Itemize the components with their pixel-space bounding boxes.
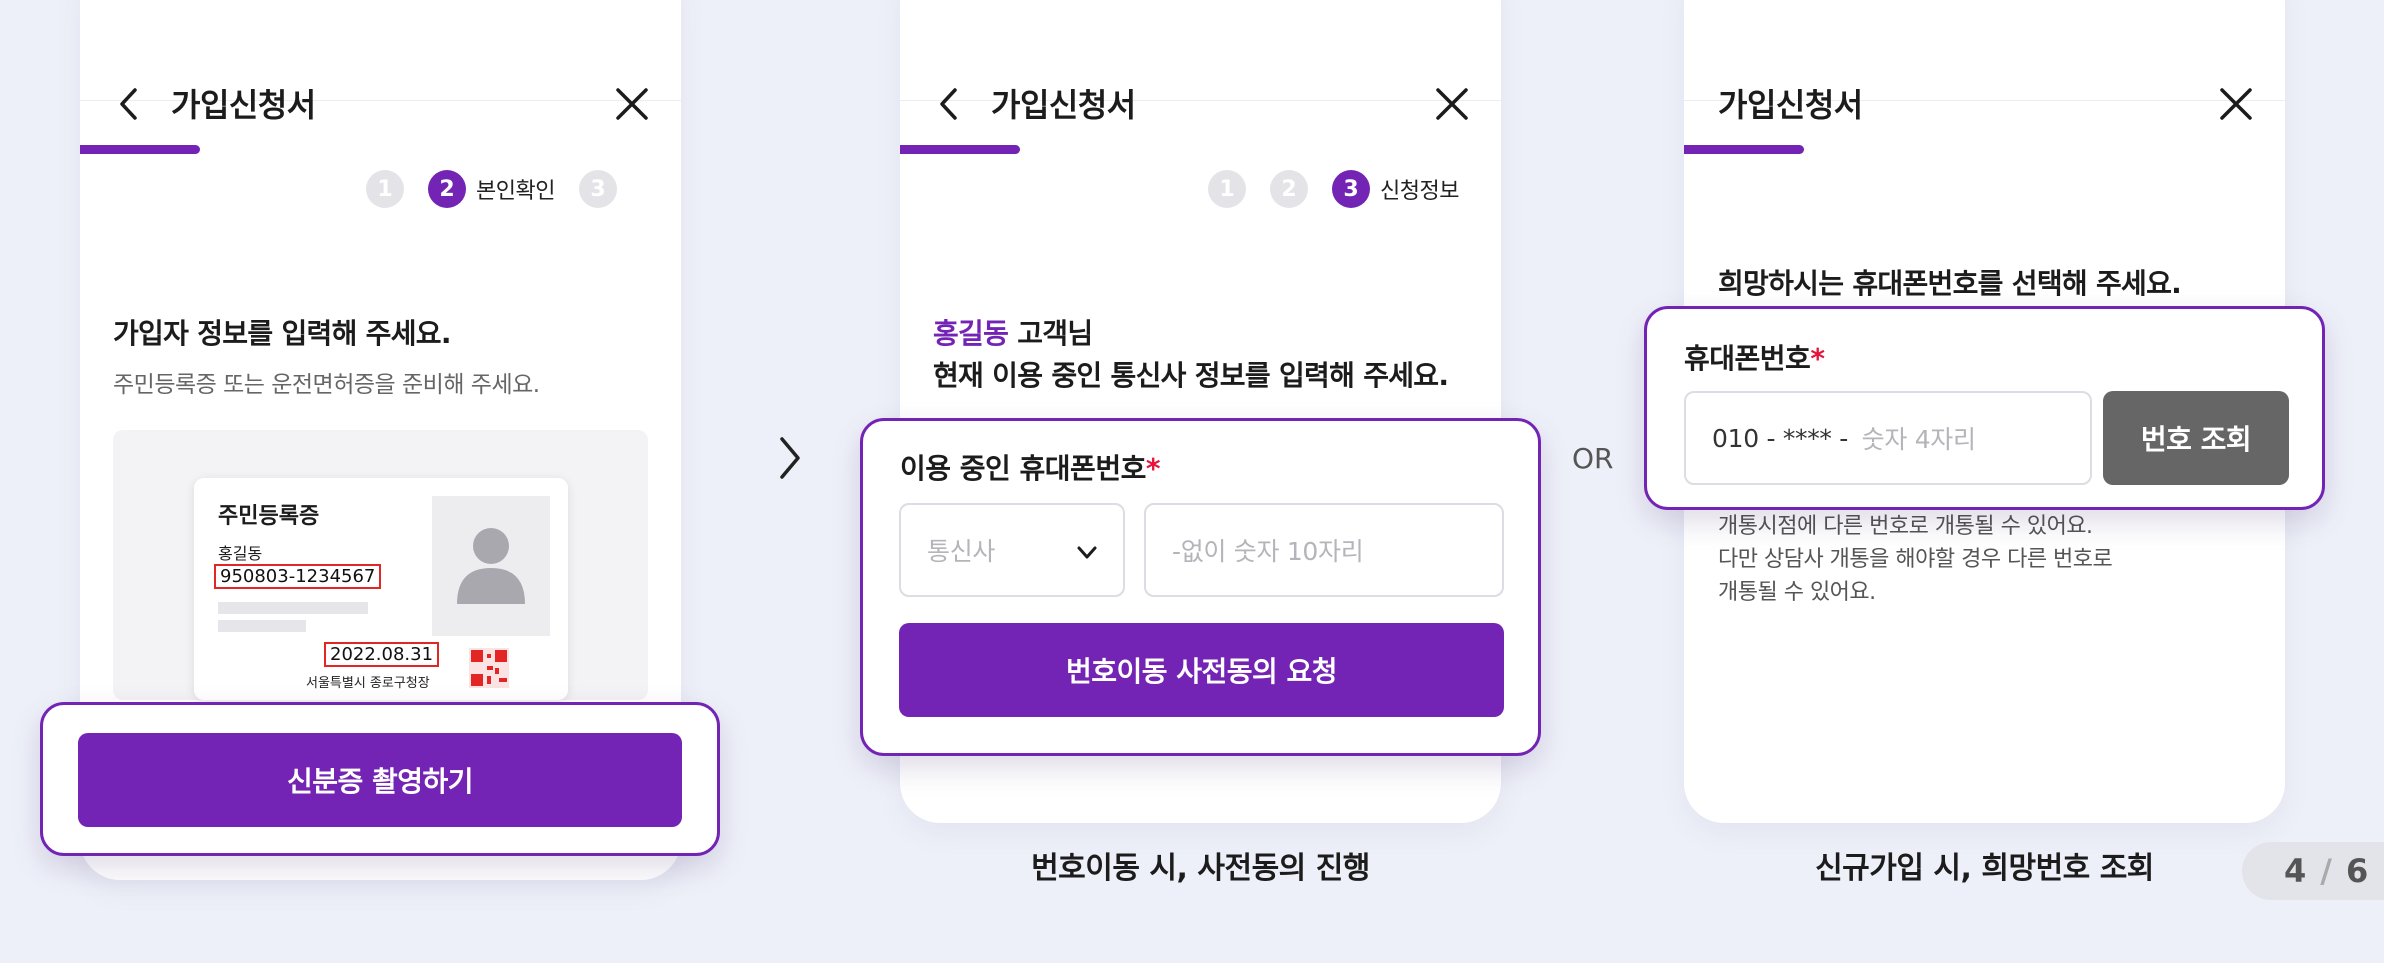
field-label: 이용 중인 휴대폰번호* (900, 447, 1161, 487)
notice-line: 개통시점에 다른 번호로 개통될 수 있어요. (1718, 514, 2093, 539)
step-1: 1 (1208, 170, 1246, 208)
number-lookup-popup: 휴대폰번호* 010 - **** - 숫자 4자리 번호 조회 (1644, 306, 2325, 510)
chevron-down-icon (1077, 546, 1097, 559)
pagination-badge: 4 / 6 (2242, 842, 2384, 900)
section-subtext: 주민등록증 또는 운전면허증을 준비해 주세요. (113, 372, 540, 398)
section-heading: 가입자 정보를 입력해 주세요. (113, 317, 452, 350)
phone-number-placeholder: -없이 숫자 10자리 (1172, 537, 1364, 566)
id-card-number: 950803-1234567 (214, 564, 382, 589)
field-label: 휴대폰번호* (1684, 337, 1825, 377)
page-separator: / (2320, 852, 2332, 890)
port-consent-request-button[interactable]: 번호이동 사전동의 요청 (899, 623, 1504, 717)
qr-code-icon (469, 648, 509, 688)
progress-bar (900, 145, 1020, 154)
id-card-title: 주민등록증 (218, 504, 320, 529)
close-icon[interactable] (1432, 84, 1472, 124)
field-label-text: 이용 중인 휴대폰번호 (900, 452, 1146, 485)
number-prefix: 010 - **** - (1712, 423, 1856, 453)
chevron-right-icon (780, 437, 800, 479)
id-card-date: 2022.08.31 (324, 642, 440, 667)
page-total: 6 (2345, 852, 2369, 890)
id-card-line (218, 602, 368, 614)
caption-new-signup: 신규가입 시, 희망번호 조회 (1815, 851, 2154, 886)
back-arrow-icon[interactable] (934, 84, 962, 124)
capture-id-popup: 신분증 촬영하기 (40, 702, 720, 856)
phone-number-input[interactable]: -없이 숫자 10자리 (1144, 503, 1504, 597)
desired-number-input[interactable]: 010 - **** - 숫자 4자리 (1684, 391, 2092, 485)
step-2: 2 (1270, 170, 1308, 208)
section-heading: 희망하시는 휴대폰번호를 선택해 주세요. (1718, 267, 2182, 300)
carrier-info-popup: 이용 중인 휴대폰번호* 통신사 -없이 숫자 10자리 번호이동 사전동의 요… (860, 418, 1541, 756)
notice-line: 다만 상담사 개통을 해야할 경우 다른 번호로 (1718, 547, 2113, 572)
step-3: 3 (1332, 170, 1370, 208)
id-card-sample: 주민등록증 홍길동 950803-1234567 2022.08.31 서울특별… (194, 478, 568, 700)
id-card-name: 홍길동 (218, 544, 263, 563)
caption-porting: 번호이동 시, 사전동의 진행 (1031, 851, 1370, 886)
carrier-select-placeholder: 통신사 (927, 537, 996, 566)
step-3: 3 (578, 170, 617, 208)
step-label: 신청정보 (1380, 179, 1459, 204)
section-heading: 현재 이용 중인 통신사 정보를 입력해 주세요. (933, 359, 1449, 392)
capture-id-button[interactable]: 신분증 촬영하기 (78, 733, 682, 827)
page-title: 가입신청서 (171, 86, 316, 124)
step-indicator: 1 2 3 신청정보 (1208, 168, 1459, 210)
step-label: 본인확인 (476, 179, 555, 204)
step-2: 2 (428, 170, 466, 208)
notice-line: 개통될 수 있어요. (1718, 580, 1876, 605)
close-icon[interactable] (612, 84, 652, 124)
progress-bar (80, 145, 200, 154)
progress-bar (1684, 145, 1804, 154)
customer-greeting: 홍길동 고객님 (933, 312, 1093, 352)
customer-name: 홍길동 (933, 317, 1009, 350)
notice-text: 개통시점에 다른 번호로 개통될 수 있어요. 다만 상담사 개통을 해야할 경… (1718, 510, 2113, 609)
id-card-issuer: 서울특별시 종로구청장 (306, 676, 430, 691)
step-indicator: 1 2 본인확인 3 (366, 168, 617, 210)
step-1: 1 (366, 170, 404, 208)
page-title: 가입신청서 (991, 86, 1136, 124)
number-lookup-button[interactable]: 번호 조회 (2103, 391, 2289, 485)
person-icon (457, 528, 525, 604)
number-placeholder: 숫자 4자리 (1861, 425, 1976, 454)
back-arrow-icon[interactable] (114, 84, 142, 124)
or-label: OR (1572, 442, 1614, 475)
page-current: 4 (2284, 852, 2307, 890)
carrier-select[interactable]: 통신사 (899, 503, 1125, 597)
id-card-line (218, 620, 306, 632)
required-mark: * (1810, 342, 1825, 375)
field-label-text: 휴대폰번호 (1684, 342, 1811, 375)
page-title: 가입신청서 (1718, 86, 1863, 124)
id-photo-placeholder (432, 496, 550, 636)
customer-suffix: 고객님 (1008, 317, 1093, 350)
close-icon[interactable] (2216, 84, 2256, 124)
required-mark: * (1145, 452, 1161, 485)
